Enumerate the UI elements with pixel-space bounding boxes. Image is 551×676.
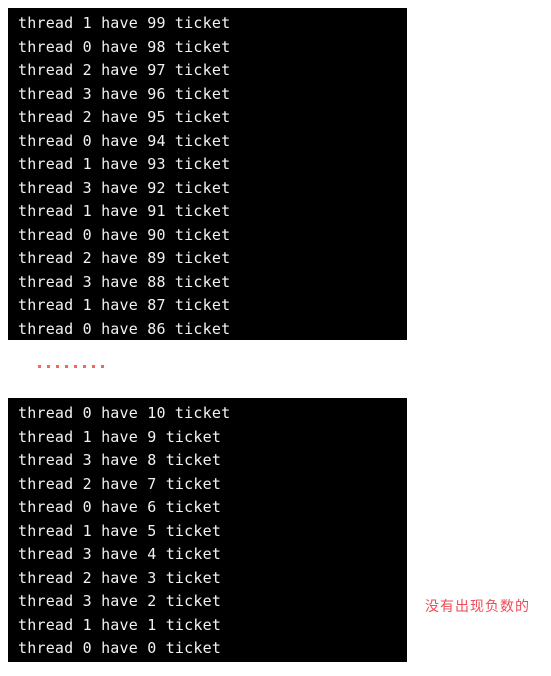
terminal-line: thread 3 have 88 ticket <box>18 272 231 291</box>
terminal-line: thread 3 have 2 ticket <box>18 592 222 610</box>
terminal-line: thread 1 have 87 ticket <box>18 296 231 314</box>
ellipsis-separator <box>38 360 118 372</box>
terminal-line: thread 1 have 91 ticket <box>18 202 231 220</box>
annotation-note: 没有出现负数的 <box>425 599 530 615</box>
terminal-line: thread 2 have 7 ticket <box>18 474 222 493</box>
terminal-output-block-2: thread 0 have 10 ticket thread 1 have 9 t… <box>8 398 407 662</box>
separator-dot <box>47 364 50 368</box>
terminal-line: thread 2 have 95 ticket <box>18 108 231 126</box>
separator-dot <box>74 364 77 368</box>
separator-dot <box>38 364 41 368</box>
terminal-line: thread 1 have 93 ticket <box>18 155 231 173</box>
terminal-line: thread 0 have 86 ticket <box>18 319 231 338</box>
terminal-line: thread 1 have 5 ticket <box>18 521 222 540</box>
terminal-line: thread 0 have 0 ticket <box>18 639 222 657</box>
terminal-line: thread 1 have 1 ticket <box>18 615 222 634</box>
separator-dot <box>92 364 95 368</box>
terminal-line: thread 0 have 90 ticket <box>18 225 231 244</box>
terminal-line: thread 0 have 6 ticket <box>18 498 222 516</box>
terminal-line: thread 3 have 96 ticket <box>18 84 231 103</box>
terminal-line: thread 1 have 99 ticket <box>18 14 231 32</box>
separator-dot <box>101 364 104 368</box>
terminal-line: thread 3 have 8 ticket <box>18 451 222 469</box>
terminal-line: thread 3 have 92 ticket <box>18 178 231 197</box>
separator-dot <box>56 364 59 368</box>
separator-dot <box>83 364 86 368</box>
terminal-line: thread 0 have 98 ticket <box>18 37 231 56</box>
terminal-line: thread 2 have 97 ticket <box>18 61 231 79</box>
terminal-line: thread 0 have 10 ticket <box>18 404 231 422</box>
terminal-line: thread 2 have 89 ticket <box>18 249 231 267</box>
terminal-output-block-1: thread 1 have 99 ticket thread 0 have 98 … <box>8 8 407 340</box>
separator-dot <box>65 364 68 368</box>
terminal-line: thread 1 have 9 ticket <box>18 427 222 446</box>
terminal-line: thread 3 have 4 ticket <box>18 545 222 563</box>
terminal-line: thread 0 have 94 ticket <box>18 131 231 150</box>
terminal-line: thread 2 have 3 ticket <box>18 568 222 587</box>
